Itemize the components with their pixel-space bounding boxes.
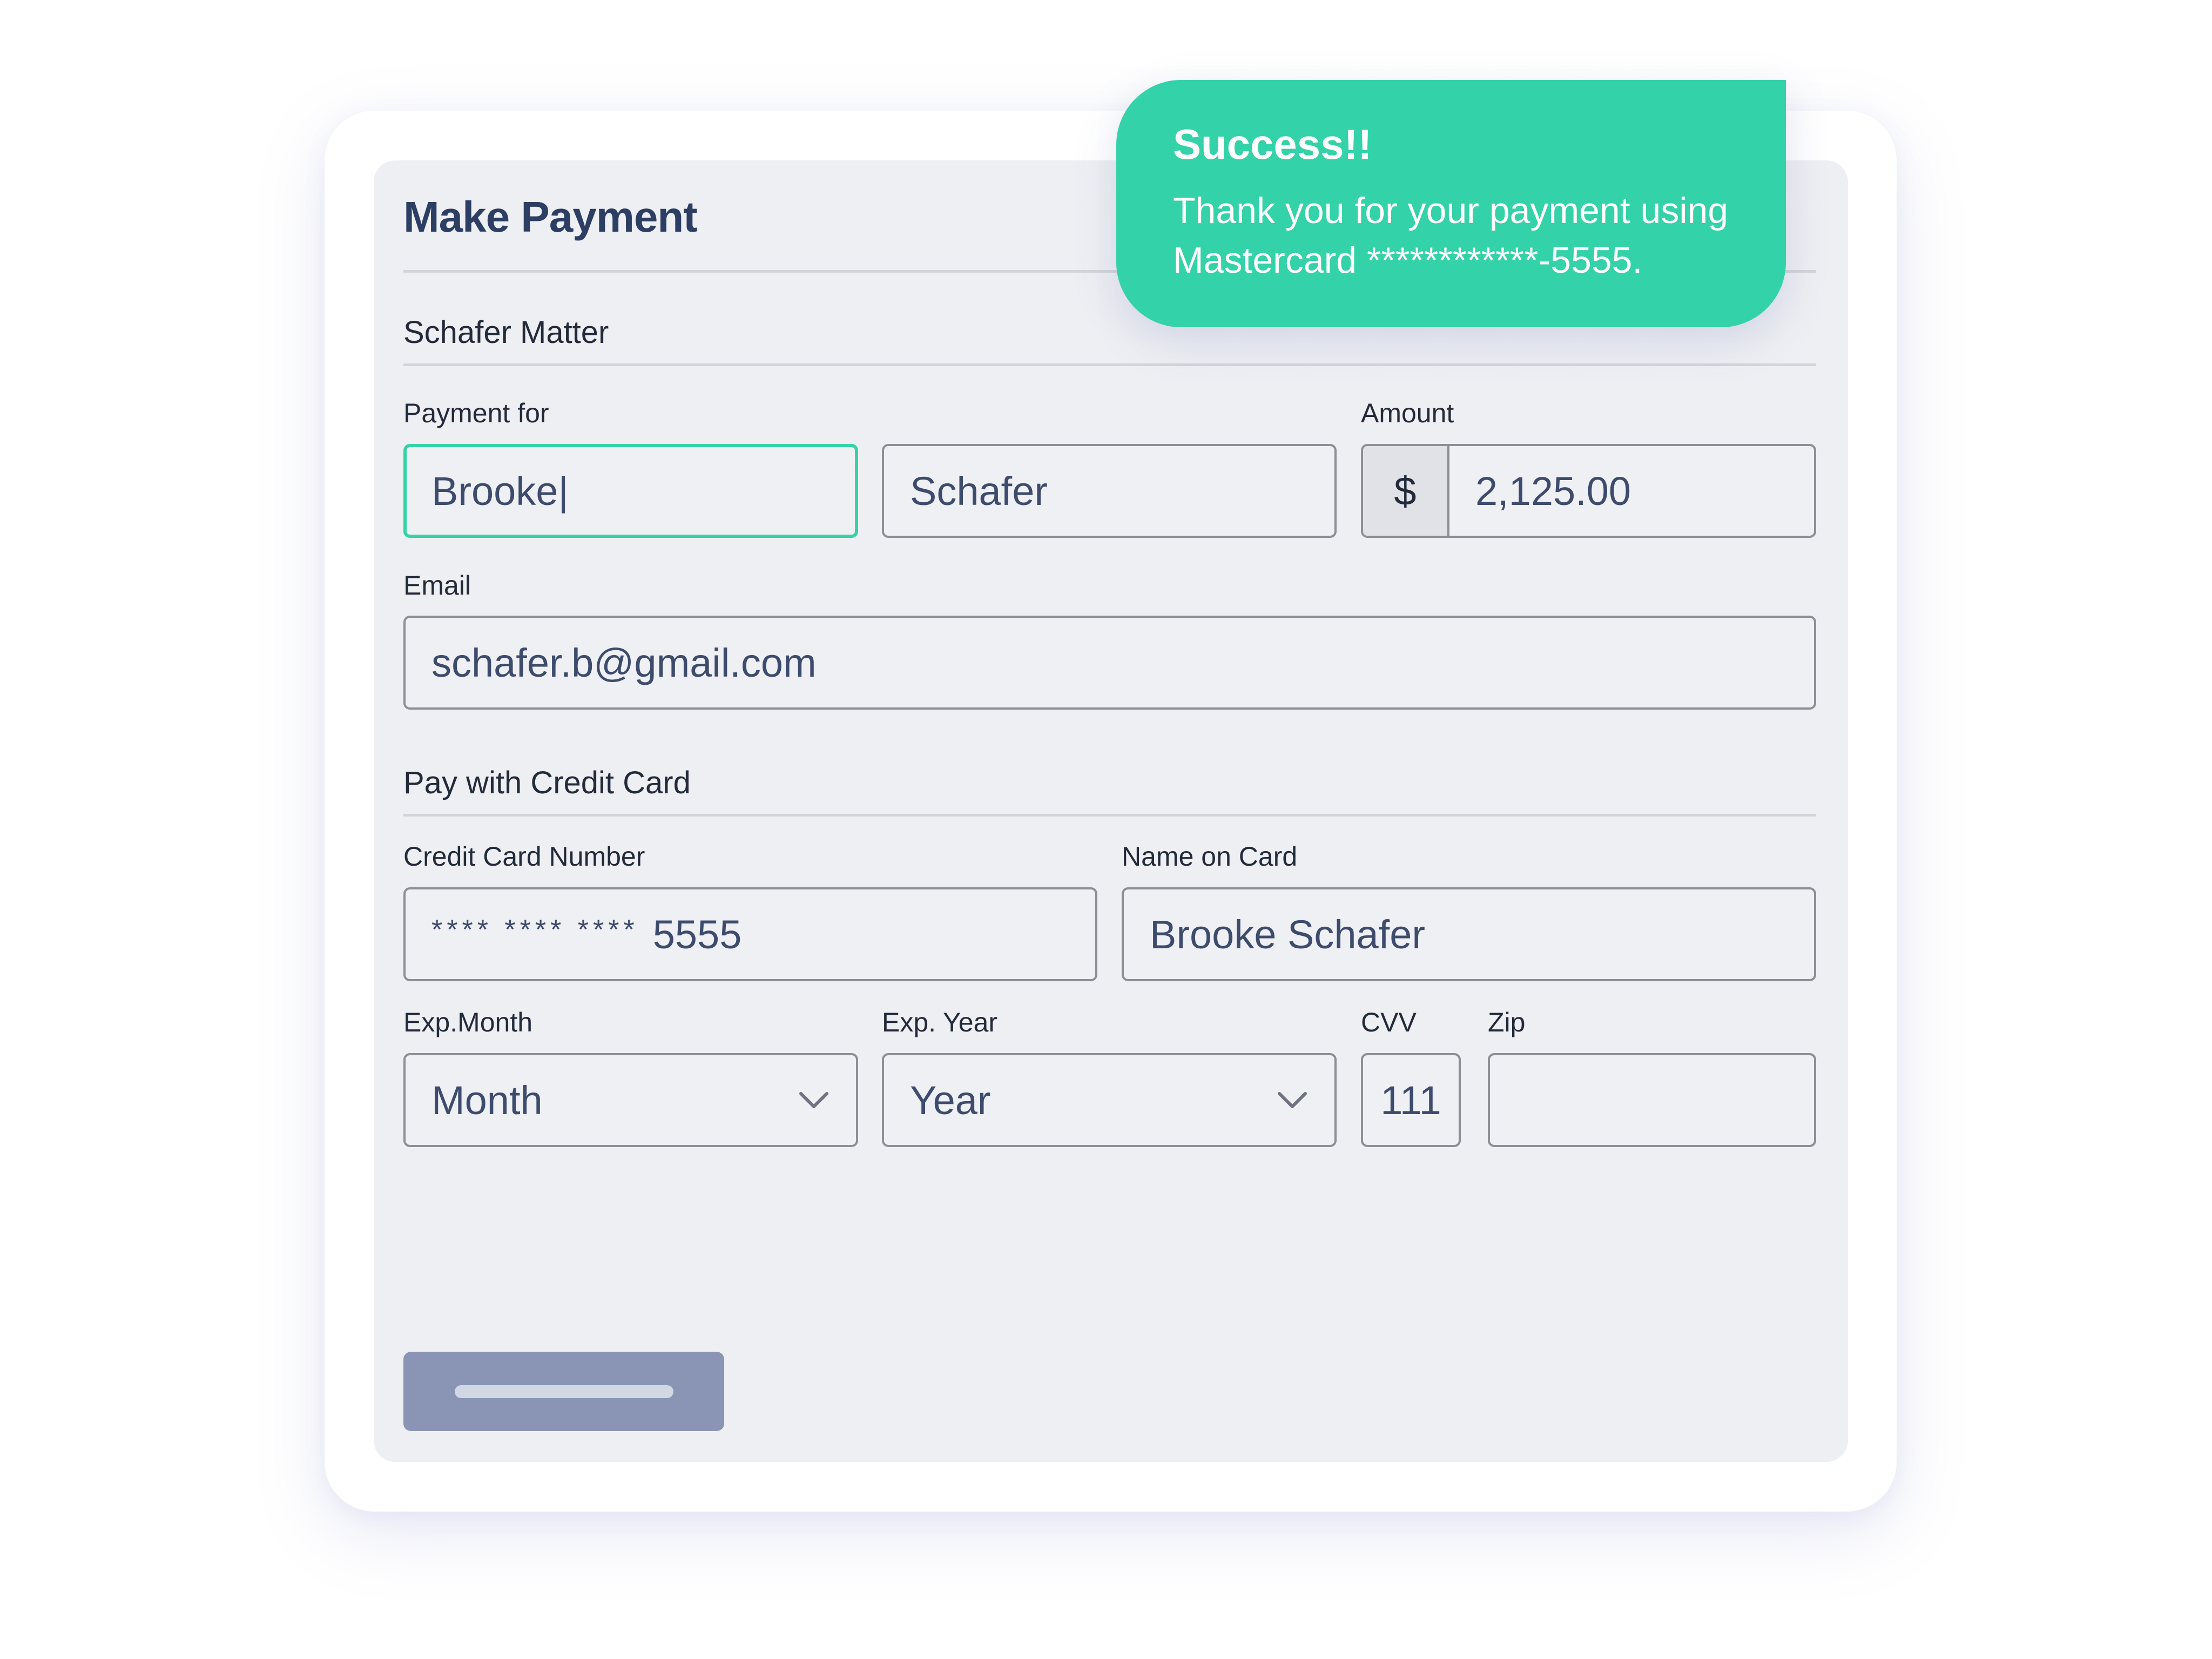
card-number-mask: **** **** **** bbox=[431, 914, 639, 946]
matter-section-title: Schafer Matter bbox=[403, 315, 609, 350]
card-number-last4: 5555 bbox=[652, 912, 742, 957]
submit-payment-button[interactable] bbox=[403, 1352, 724, 1431]
card-number-label: Credit Card Number bbox=[403, 841, 645, 872]
exp-month-value: Month bbox=[431, 1077, 543, 1123]
card-number-field[interactable]: **** **** **** 5555 bbox=[403, 887, 1097, 981]
credit-card-section-title: Pay with Credit Card bbox=[403, 765, 691, 800]
exp-month-select[interactable]: Month bbox=[403, 1053, 858, 1147]
button-label-placeholder bbox=[455, 1385, 673, 1398]
toast-message: Thank you for your payment using Masterc… bbox=[1173, 190, 1729, 281]
toast-title: Success!! bbox=[1173, 120, 1372, 168]
name-on-card-field[interactable]: Brooke Schafer bbox=[1122, 887, 1816, 981]
cvv-field[interactable]: 111 bbox=[1361, 1053, 1461, 1147]
chevron-down-icon bbox=[1276, 1089, 1309, 1111]
amount-value[interactable]: 2,125.00 bbox=[1449, 446, 1814, 536]
amount-field[interactable]: $ 2,125.00 bbox=[1361, 444, 1816, 538]
page-title: Make Payment bbox=[403, 193, 698, 241]
last-name-field[interactable]: Schafer bbox=[882, 444, 1337, 538]
email-label: Email bbox=[403, 570, 471, 601]
success-toast: Success!! Thank you for your payment usi… bbox=[1116, 80, 1786, 327]
first-name-field[interactable]: Brooke| bbox=[403, 444, 858, 538]
name-on-card-label: Name on Card bbox=[1122, 841, 1298, 872]
cvv-label: CVV bbox=[1361, 1007, 1417, 1037]
currency-symbol: $ bbox=[1363, 446, 1449, 536]
exp-year-select[interactable]: Year bbox=[882, 1053, 1337, 1147]
exp-year-label: Exp. Year bbox=[882, 1007, 998, 1037]
chevron-down-icon bbox=[798, 1089, 830, 1111]
zip-field[interactable] bbox=[1488, 1053, 1816, 1147]
exp-year-value: Year bbox=[910, 1077, 991, 1123]
payment-for-label: Payment for bbox=[403, 398, 549, 428]
zip-label: Zip bbox=[1488, 1007, 1526, 1037]
credit-card-divider bbox=[403, 814, 1816, 817]
matter-divider bbox=[403, 363, 1816, 366]
exp-month-label: Exp.Month bbox=[403, 1007, 533, 1037]
email-field[interactable]: schafer.b@gmail.com bbox=[403, 616, 1816, 710]
amount-label: Amount bbox=[1361, 398, 1454, 428]
payment-form-panel bbox=[374, 160, 1848, 1462]
